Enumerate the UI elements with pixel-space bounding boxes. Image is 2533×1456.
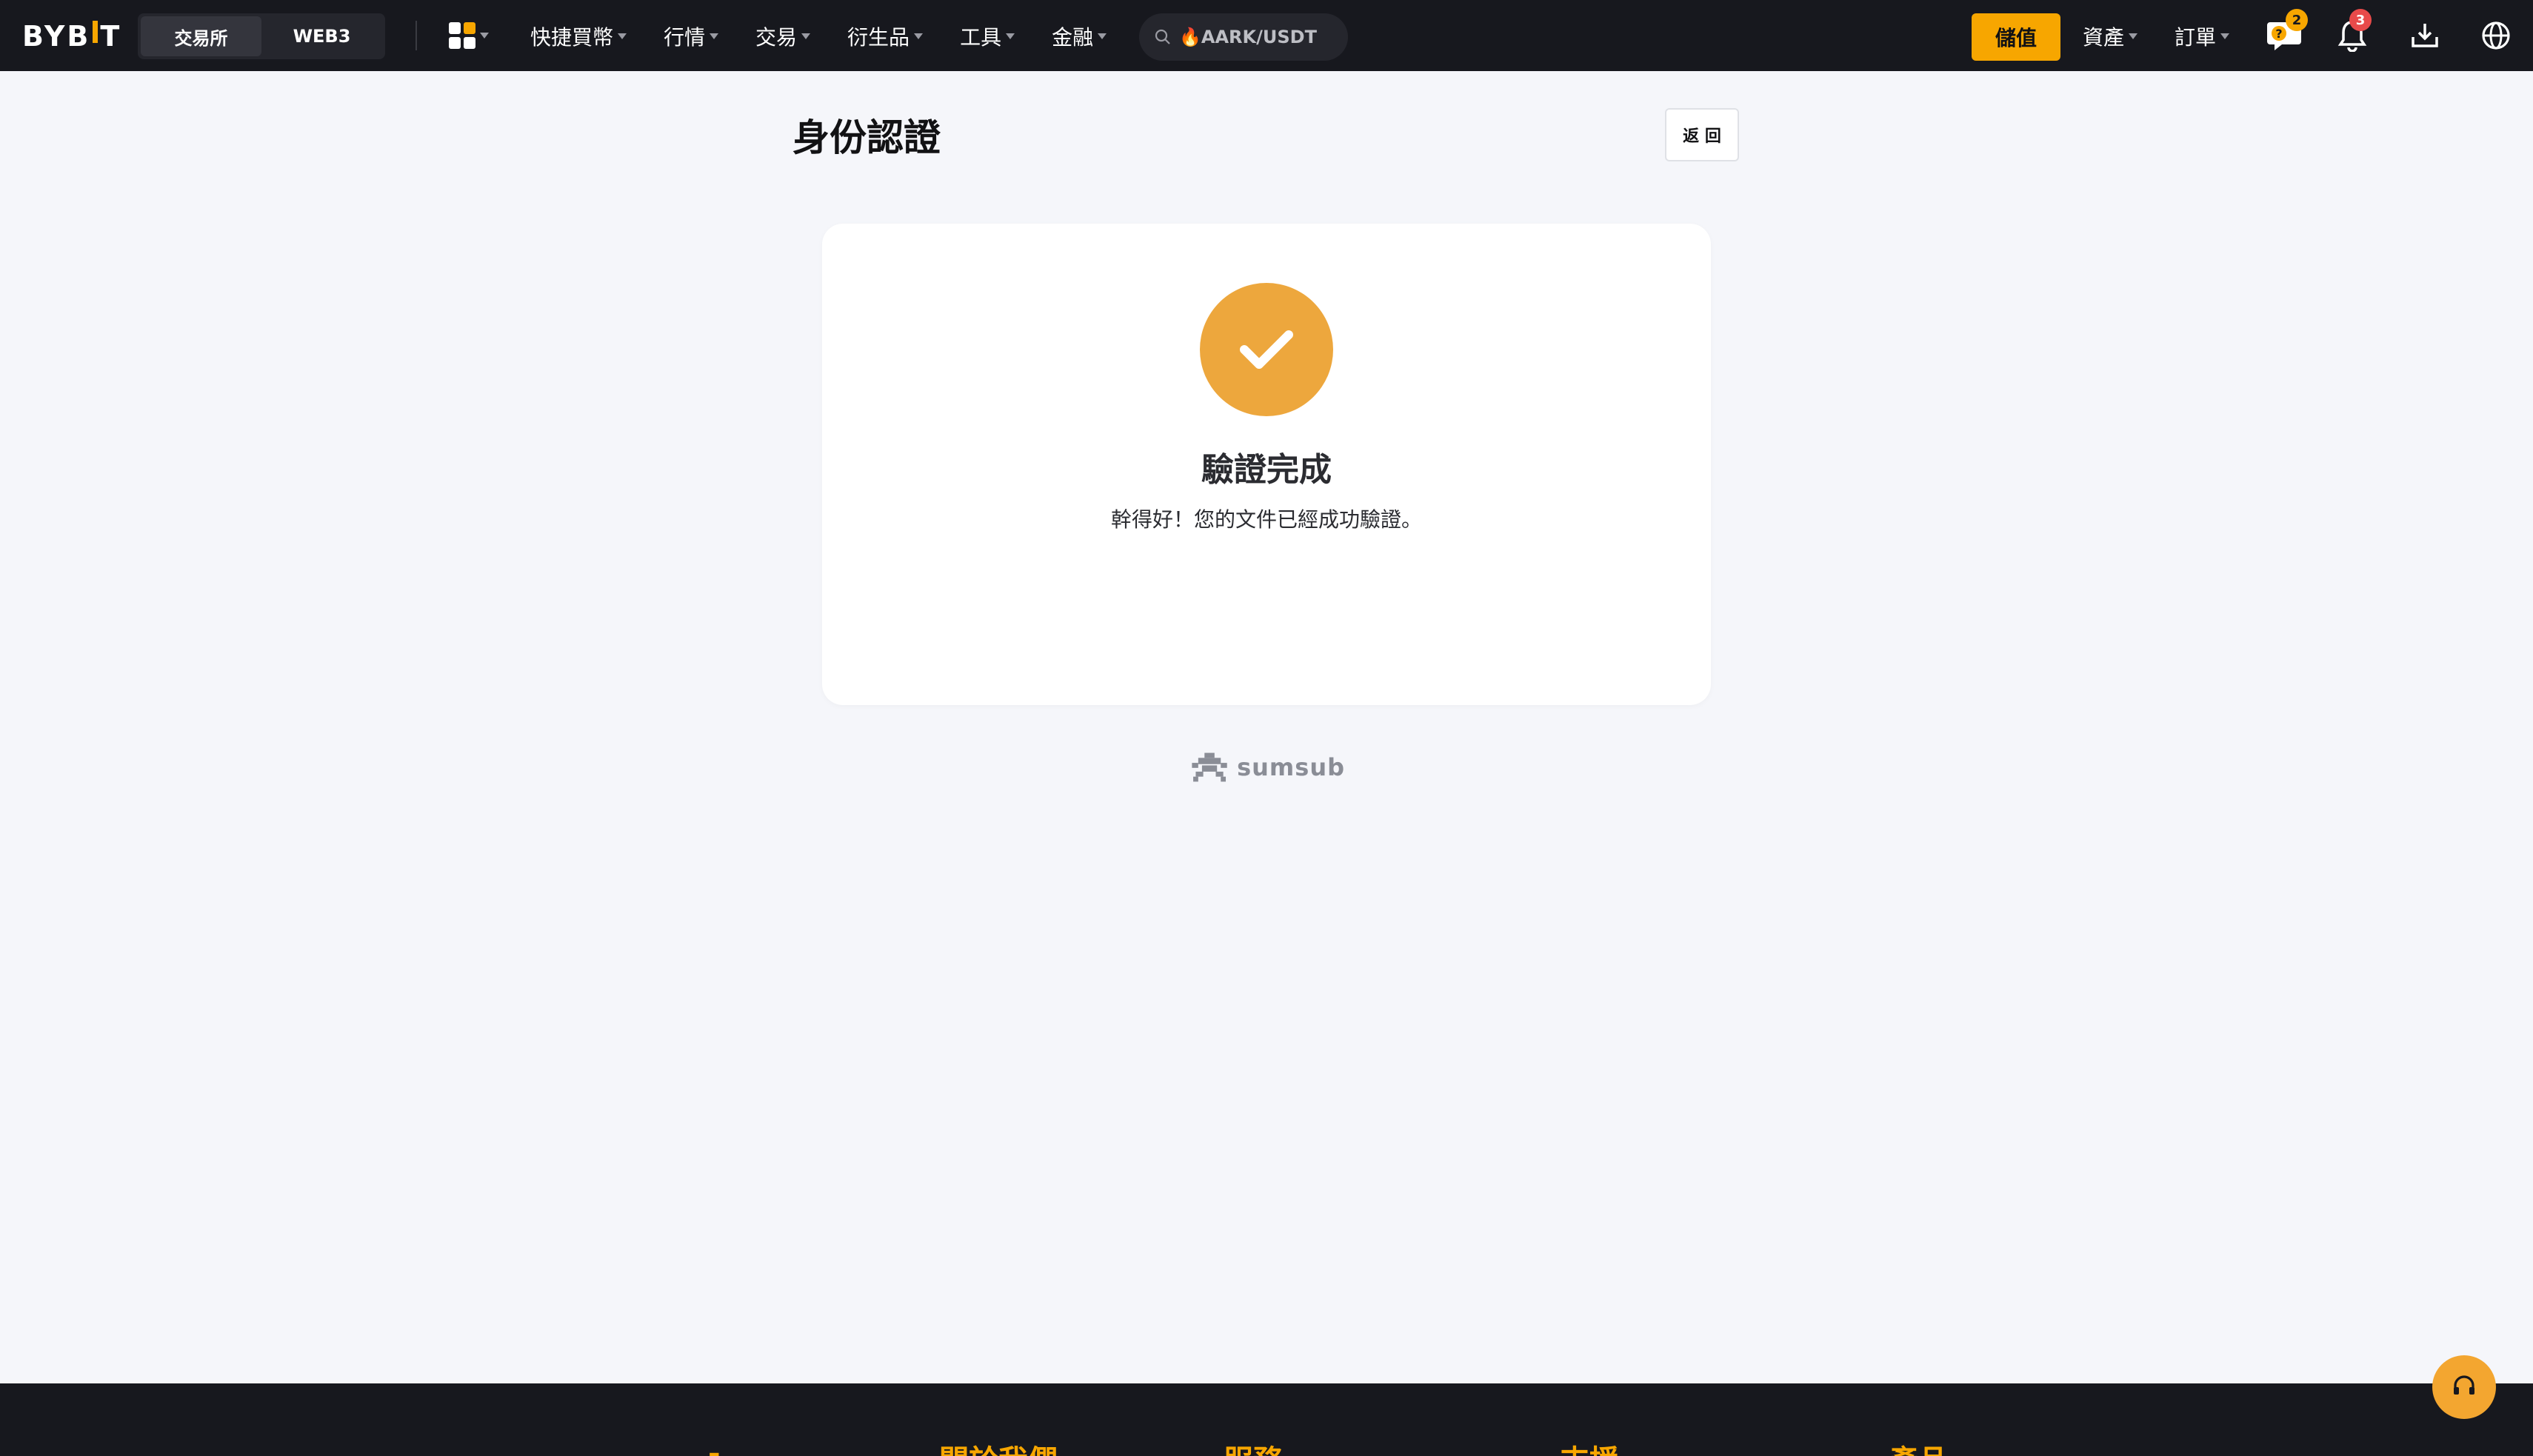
checkmark-icon bbox=[1240, 330, 1293, 369]
provider-name: sumsub bbox=[1237, 753, 1345, 781]
svg-text:?: ? bbox=[2275, 27, 2282, 41]
globe-icon bbox=[2482, 21, 2510, 50]
verification-message: 幹得好！您的文件已經成功驗證。 bbox=[1110, 507, 1422, 532]
platform-switch: 交易所 WEB3 bbox=[138, 13, 385, 59]
language-button[interactable] bbox=[2474, 13, 2518, 58]
chevron-down-icon bbox=[618, 33, 627, 39]
chevron-down-icon bbox=[914, 33, 924, 39]
footer-heading-support: 支援 bbox=[1560, 1437, 1619, 1456]
success-status-circle bbox=[1200, 283, 1333, 416]
footer-heading-about: 關於我們 bbox=[939, 1437, 1058, 1456]
nav-item-markets[interactable]: 行情 bbox=[664, 21, 719, 51]
sumsub-mark-icon bbox=[1192, 752, 1227, 782]
chevron-down-icon bbox=[1006, 33, 1015, 39]
chevron-down-icon bbox=[801, 33, 811, 39]
nav-item-derivatives[interactable]: 衍生品 bbox=[847, 21, 924, 51]
segment-exchange[interactable]: 交易所 bbox=[141, 16, 261, 56]
apps-grid-icon bbox=[449, 22, 475, 49]
orders-menu[interactable]: 訂單 bbox=[2175, 19, 2230, 53]
main-nav: 快捷買幣 行情 交易 衍生品 工具 金融 bbox=[530, 19, 1144, 53]
search-value: 🔥AARK/USDT bbox=[1179, 27, 1317, 47]
footer-heading: - bbox=[708, 1437, 721, 1456]
chevron-down-icon bbox=[480, 33, 489, 39]
logo-accent-bar bbox=[93, 21, 99, 43]
apps-menu-button[interactable] bbox=[449, 21, 495, 50]
customer-support-button[interactable] bbox=[2432, 1355, 2496, 1419]
footer-heading-products: 產品 bbox=[1889, 1437, 1948, 1456]
sumsub-logo: sumsub bbox=[1189, 744, 1345, 791]
top-navbar: BYB T 交易所 WEB3 快捷買幣 行情 交易 衍生品 工具 金融 🔥AARK… bbox=[0, 0, 2533, 71]
deposit-button[interactable]: 儲值 bbox=[1972, 13, 2060, 61]
verification-card: 驗證完成 幹得好！您的文件已經成功驗證。 bbox=[822, 224, 1711, 705]
headset-icon bbox=[2454, 1375, 2474, 1395]
page-title: 身份認證 bbox=[792, 116, 941, 159]
back-button[interactable]: 返 回 bbox=[1665, 108, 1739, 161]
verification-status-title: 驗證完成 bbox=[1201, 451, 1332, 489]
chat-button[interactable]: ? 2 bbox=[2262, 9, 2308, 58]
footer-heading-services: 服務 bbox=[1224, 1437, 1283, 1456]
chevron-down-icon bbox=[2220, 33, 2230, 39]
chat-badge: 2 bbox=[2286, 9, 2308, 31]
nav-divider bbox=[416, 21, 417, 50]
search-icon bbox=[1155, 29, 1170, 44]
assets-menu[interactable]: 資產 bbox=[2083, 19, 2138, 53]
nav-item-tools[interactable]: 工具 bbox=[960, 21, 1015, 51]
download-button[interactable] bbox=[2403, 13, 2447, 58]
chevron-down-icon bbox=[710, 33, 719, 39]
chevron-down-icon bbox=[2129, 33, 2138, 39]
download-icon bbox=[2412, 24, 2438, 47]
nav-item-trade[interactable]: 交易 bbox=[755, 21, 811, 51]
search-input[interactable]: 🔥AARK/USDT bbox=[1139, 13, 1348, 61]
footer: - 關於我們 服務 支援 產品 bbox=[0, 1383, 2533, 1456]
segment-web3[interactable]: WEB3 bbox=[261, 16, 382, 56]
notifications-button[interactable]: 3 bbox=[2330, 9, 2375, 58]
notification-badge: 3 bbox=[2349, 9, 2372, 31]
nav-item-quick-buy[interactable]: 快捷買幣 bbox=[530, 21, 627, 51]
chevron-down-icon bbox=[1098, 33, 1107, 39]
nav-item-finance[interactable]: 金融 bbox=[1052, 21, 1107, 51]
bybit-logo[interactable]: BYB T bbox=[22, 19, 121, 53]
